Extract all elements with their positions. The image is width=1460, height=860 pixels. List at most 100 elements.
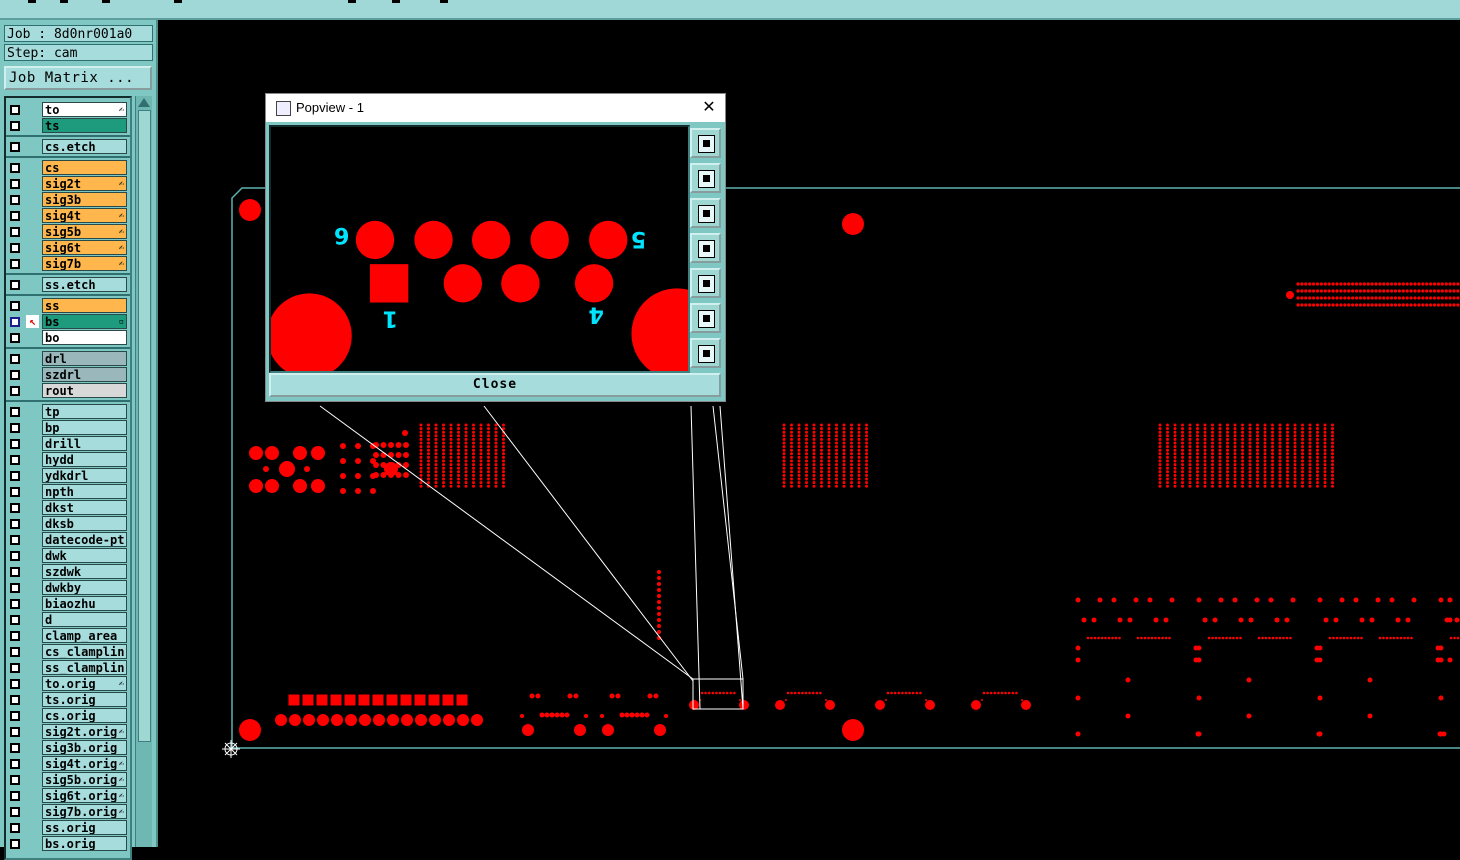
toolbar-mark[interactable] <box>28 0 36 3</box>
layer-name[interactable]: tp <box>42 404 127 419</box>
layer-name[interactable]: d <box>42 612 127 627</box>
layer-checkbox[interactable] <box>10 791 20 801</box>
toolbar-mark[interactable] <box>174 0 182 3</box>
layer-row[interactable]: hydd <box>6 452 130 468</box>
toolbar-mark[interactable] <box>392 0 400 3</box>
layer-row[interactable]: sig7b ✍ <box>6 256 130 272</box>
pan-up-button[interactable] <box>690 163 721 193</box>
layer-row[interactable]: sig2t ✍ <box>6 176 130 192</box>
layer-checkbox[interactable] <box>10 370 20 380</box>
layer-checkbox[interactable] <box>10 695 20 705</box>
layer-name[interactable]: bp <box>42 420 127 435</box>
layer-name[interactable]: clamp_area <box>42 628 127 643</box>
layer-name[interactable]: cs <box>42 160 127 175</box>
layer-name[interactable]: sig7b.orig ✍ <box>42 804 127 819</box>
layer-row[interactable]: sig7b.orig ✍ <box>6 804 130 820</box>
layer-name[interactable]: sig5b ✍ <box>42 224 127 239</box>
layer-name[interactable]: sig3b.orig <box>42 740 127 755</box>
layer-name[interactable]: sig4t ✍ <box>42 208 127 223</box>
layer-name[interactable]: dkst <box>42 500 127 515</box>
layer-row[interactable]: ss.orig <box>6 820 130 836</box>
layer-checkbox[interactable] <box>10 179 20 189</box>
layer-checkbox[interactable] <box>10 535 20 545</box>
layer-checkbox[interactable] <box>10 759 20 769</box>
layer-row[interactable]: drill <box>6 436 130 452</box>
layer-checkbox[interactable] <box>10 743 20 753</box>
layer-name[interactable]: sig4t.orig ✍ <box>42 756 127 771</box>
layer-row[interactable]: ts <box>6 118 130 134</box>
layer-row[interactable]: sig6t ✍ <box>6 240 130 256</box>
layer-row[interactable]: npth <box>6 484 130 500</box>
layer-checkbox[interactable] <box>10 354 20 364</box>
layer-name[interactable]: ss_clamplin <box>42 660 127 675</box>
layer-name[interactable]: ss <box>42 298 127 313</box>
toolbar-mark[interactable] <box>60 0 68 3</box>
layer-row[interactable]: sig3b <box>6 192 130 208</box>
layer-checkbox[interactable] <box>10 105 20 115</box>
zoom-in-button[interactable] <box>690 303 721 333</box>
layer-checkbox[interactable] <box>10 583 20 593</box>
layer-checkbox[interactable] <box>10 317 20 327</box>
layer-checkbox[interactable] <box>10 142 20 152</box>
layer-row[interactable]: bs.orig <box>6 836 130 852</box>
layer-name[interactable]: sig6t.orig ✍ <box>42 788 127 803</box>
layer-row[interactable]: bo <box>6 330 130 346</box>
layer-row[interactable]: dwkby <box>6 580 130 596</box>
layer-row[interactable]: szdrl <box>6 367 130 383</box>
layer-name[interactable]: sig3b <box>42 192 127 207</box>
layer-checkbox[interactable] <box>10 439 20 449</box>
layer-name[interactable]: sig6t ✍ <box>42 240 127 255</box>
pan-right-button[interactable] <box>690 268 721 298</box>
layer-name[interactable]: cs_clamplin <box>42 644 127 659</box>
layer-name[interactable]: sig2t.orig ✍ <box>42 724 127 739</box>
layer-scrollbar[interactable] <box>135 96 152 847</box>
layer-row[interactable]: sig4t.orig ✍ <box>6 756 130 772</box>
scroll-thumb[interactable] <box>138 110 151 742</box>
layer-row[interactable]: tp <box>6 404 130 420</box>
layer-row[interactable]: drl <box>6 351 130 367</box>
layer-checkbox[interactable] <box>10 455 20 465</box>
layer-name[interactable]: ss.etch <box>42 277 127 292</box>
layer-checkbox[interactable] <box>10 567 20 577</box>
layer-name[interactable]: ts <box>42 118 127 133</box>
layer-checkbox[interactable] <box>10 211 20 221</box>
layer-name[interactable]: dwkby <box>42 580 127 595</box>
layer-row[interactable]: d <box>6 612 130 628</box>
layer-checkbox[interactable] <box>10 823 20 833</box>
layer-name[interactable]: cs.etch <box>42 139 127 154</box>
pan-left-button[interactable] <box>690 233 721 263</box>
layer-name[interactable]: dwk <box>42 548 127 563</box>
layer-name[interactable]: bs.orig <box>42 836 127 851</box>
layer-checkbox[interactable] <box>10 839 20 849</box>
layer-list[interactable]: to ✍ ts cs.etch cs sig2t ✍ sig3b sig4t ✍ sig5b ✍ sig… <box>4 96 132 860</box>
layer-row[interactable]: sig2t.orig ✍ <box>6 724 130 740</box>
layer-name[interactable]: to ✍ <box>42 102 127 117</box>
layer-name[interactable]: drill <box>42 436 127 451</box>
layer-name[interactable]: hydd <box>42 452 127 467</box>
toolbar-mark[interactable] <box>102 0 110 3</box>
layer-checkbox[interactable] <box>10 227 20 237</box>
popview-titlebar[interactable]: Popview - 1 ✕ <box>266 94 725 122</box>
layer-checkbox[interactable] <box>10 599 20 609</box>
layer-name[interactable]: sig5b.orig ✍ <box>42 772 127 787</box>
layer-row[interactable]: sig5b ✍ <box>6 224 130 240</box>
pan-down-button[interactable] <box>690 198 721 228</box>
layer-checkbox[interactable] <box>10 280 20 290</box>
layer-row[interactable]: biaozhu <box>6 596 130 612</box>
scroll-up-icon[interactable] <box>138 98 150 107</box>
toolbar-mark[interactable] <box>440 0 448 3</box>
layer-row[interactable]: cs <box>6 160 130 176</box>
layer-name[interactable]: drl <box>42 351 127 366</box>
layer-checkbox[interactable] <box>10 727 20 737</box>
layer-checkbox[interactable] <box>10 333 20 343</box>
layer-checkbox[interactable] <box>10 503 20 513</box>
job-matrix-button[interactable]: Job Matrix ... <box>4 66 152 90</box>
layer-checkbox[interactable] <box>10 679 20 689</box>
layer-checkbox[interactable] <box>10 647 20 657</box>
layer-row[interactable]: dwk <box>6 548 130 564</box>
layer-name[interactable]: sig2t ✍ <box>42 176 127 191</box>
layer-name[interactable]: ydkdrl <box>42 468 127 483</box>
zoom-fit-button[interactable] <box>690 128 721 158</box>
layer-row[interactable]: sig6t.orig ✍ <box>6 788 130 804</box>
layer-name[interactable]: szdrl <box>42 367 127 382</box>
